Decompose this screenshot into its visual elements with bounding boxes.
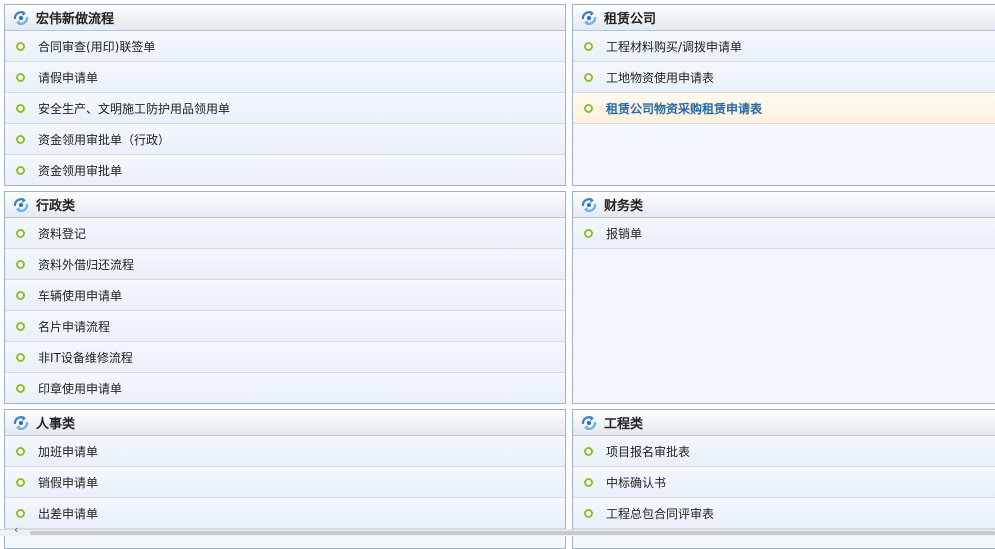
panel-title: 工程类 xyxy=(604,417,644,432)
bullet-icon xyxy=(584,508,593,518)
workflow-icon xyxy=(579,8,599,28)
workflow-link-item[interactable]: 资金领用审批单 xyxy=(5,155,565,185)
panel-header: 行政类 xyxy=(5,192,565,218)
workflow-link-item[interactable]: 安全生产、文明施工防护用品领用单 xyxy=(5,93,565,124)
workflow-link-item[interactable]: 租赁公司物资采购租赁申请表 xyxy=(573,93,995,124)
workflow-link-label[interactable]: 资料外借归还流程 xyxy=(38,256,134,273)
bullet-icon xyxy=(16,477,25,487)
workflow-link-label[interactable]: 加班申请单 xyxy=(38,443,98,460)
workflow-link-item[interactable]: 车辆使用申请单 xyxy=(5,280,565,311)
workflow-link-label[interactable]: 项目报名审批表 xyxy=(606,443,690,460)
workflow-link-label[interactable]: 印章使用申请单 xyxy=(38,380,122,397)
workflow-link-label[interactable]: 名片申请流程 xyxy=(38,318,110,335)
workflow-link-item[interactable]: 请假申请单 xyxy=(5,62,565,93)
workflow-link-item[interactable]: 合同审查(用印)联签单 xyxy=(5,31,565,62)
workflow-link-item[interactable]: 报销单 xyxy=(573,218,995,249)
panel-title: 财务类 xyxy=(604,199,644,214)
workflow-link-item[interactable]: 资金领用审批单（行政） xyxy=(5,124,565,155)
workflow-panel: 宏伟新做流程合同审查(用印)联签单 请假申请单安全生产、文明施工防护用品领用单 资金… xyxy=(4,4,566,186)
workflow-link-item[interactable]: 项目报名审批表 xyxy=(573,436,995,467)
panel-title: 行政类 xyxy=(36,199,76,214)
workflow-link-label[interactable]: 非IT设备维修流程 xyxy=(38,349,133,366)
panel-header: 宏伟新做流程 xyxy=(5,5,565,31)
workflow-link-item[interactable]: 工地物资使用申请表 xyxy=(573,62,995,93)
workflow-icon xyxy=(11,195,31,215)
scroll-left-arrow-icon[interactable]: ‹ xyxy=(14,524,18,536)
workflow-panel: 财务类 报销单 xyxy=(572,191,995,404)
workflow-link-label[interactable]: 工地物资使用申请表 xyxy=(606,69,714,86)
workflow-link-label[interactable]: 安全生产、文明施工防护用品领用单 xyxy=(38,100,230,117)
workflow-link-label[interactable]: 出差申请单 xyxy=(38,505,98,522)
bullet-icon xyxy=(16,165,25,175)
workflow-link-item[interactable]: 销假申请单 xyxy=(5,467,565,498)
panel-header: 人事类 xyxy=(5,410,565,436)
workflow-link-label[interactable]: 请假申请单 xyxy=(38,69,98,86)
bullet-icon xyxy=(16,352,25,362)
bullet-icon xyxy=(16,259,25,269)
bullet-icon xyxy=(16,446,25,456)
bullet-icon xyxy=(584,446,593,456)
workflow-link-label[interactable]: 资金领用审批单 xyxy=(38,162,122,179)
workflow-panel: 人事类加班申请单销假申请单出差申请单 xyxy=(4,409,566,549)
panel-title: 租赁公司 xyxy=(604,12,657,27)
workflow-link-label[interactable]: 销假申请单 xyxy=(38,474,98,491)
workflow-link-item[interactable]: 资料登记 xyxy=(5,218,565,249)
bullet-icon xyxy=(16,103,25,113)
bullet-icon xyxy=(16,508,25,518)
bullet-icon xyxy=(16,228,25,238)
workflow-link-item[interactable]: 非IT设备维修流程 xyxy=(5,342,565,373)
bullet-icon xyxy=(16,383,25,393)
workflow-link-item[interactable]: 印章使用申请单 xyxy=(5,373,565,403)
bullet-icon xyxy=(584,103,593,113)
horizontal-scrollbar[interactable]: ‹ xyxy=(0,524,995,536)
bullet-icon xyxy=(584,41,593,51)
panel-header: 工程类 xyxy=(573,410,995,436)
workflow-icon xyxy=(579,195,599,215)
workflow-link-item[interactable]: 名片申请流程 xyxy=(5,311,565,342)
bullet-icon xyxy=(16,134,25,144)
workflow-link-label[interactable]: 中标确认书 xyxy=(606,474,666,491)
workflow-link-item[interactable]: 工程材料购买/调拨申请单 xyxy=(573,31,995,62)
workflow-panel: 行政类资料登记资料外借归还流程 车辆使用申请单 名片申请流程非IT设备维修流程 印章使… xyxy=(4,191,566,404)
workflow-link-label[interactable]: 合同审查(用印)联签单 xyxy=(38,38,155,55)
workflow-link-item[interactable]: 中标确认书 xyxy=(573,467,995,498)
bullet-icon xyxy=(16,72,25,82)
bullet-icon xyxy=(584,477,593,487)
workflow-link-label[interactable]: 资料登记 xyxy=(38,225,86,242)
bullet-icon xyxy=(584,72,593,82)
workflow-link-label[interactable]: 资金领用审批单（行政） xyxy=(38,131,170,148)
bullet-icon xyxy=(16,290,25,300)
workflow-link-item[interactable]: 工程总包合同评审表 xyxy=(573,498,995,529)
bullet-icon xyxy=(16,41,25,51)
workflow-link-item[interactable]: 加班申请单 xyxy=(5,436,565,467)
workflow-link-item[interactable]: 资料外借归还流程 xyxy=(5,249,565,280)
workflow-link-label[interactable]: 报销单 xyxy=(606,225,642,242)
workflow-link-label[interactable]: 租赁公司物资采购租赁申请表 xyxy=(606,100,762,117)
workflow-panel: 工程类项目报名审批表 中标确认书工程总包合同评审表 xyxy=(572,409,995,549)
workflow-panel: 租赁公司工程材料购买/调拨申请单 工地物资使用申请表租赁公司物资采购租赁申请表 xyxy=(572,4,995,186)
workflow-link-label[interactable]: 工程总包合同评审表 xyxy=(606,505,714,522)
panel-header: 财务类 xyxy=(573,192,995,218)
bullet-icon xyxy=(584,228,593,238)
scrollbar-thumb[interactable] xyxy=(30,531,995,535)
workflow-link-label[interactable]: 工程材料购买/调拨申请单 xyxy=(606,38,742,55)
workflow-icon xyxy=(11,8,31,28)
workflow-link-label[interactable]: 车辆使用申请单 xyxy=(38,287,122,304)
panel-title: 人事类 xyxy=(36,417,76,432)
workflow-link-item[interactable]: 出差申请单 xyxy=(5,498,565,529)
workflow-icon xyxy=(579,413,599,433)
bullet-icon xyxy=(16,321,25,331)
panel-title: 宏伟新做流程 xyxy=(36,12,115,27)
workflow-icon xyxy=(11,413,31,433)
panel-header: 租赁公司 xyxy=(573,5,995,31)
